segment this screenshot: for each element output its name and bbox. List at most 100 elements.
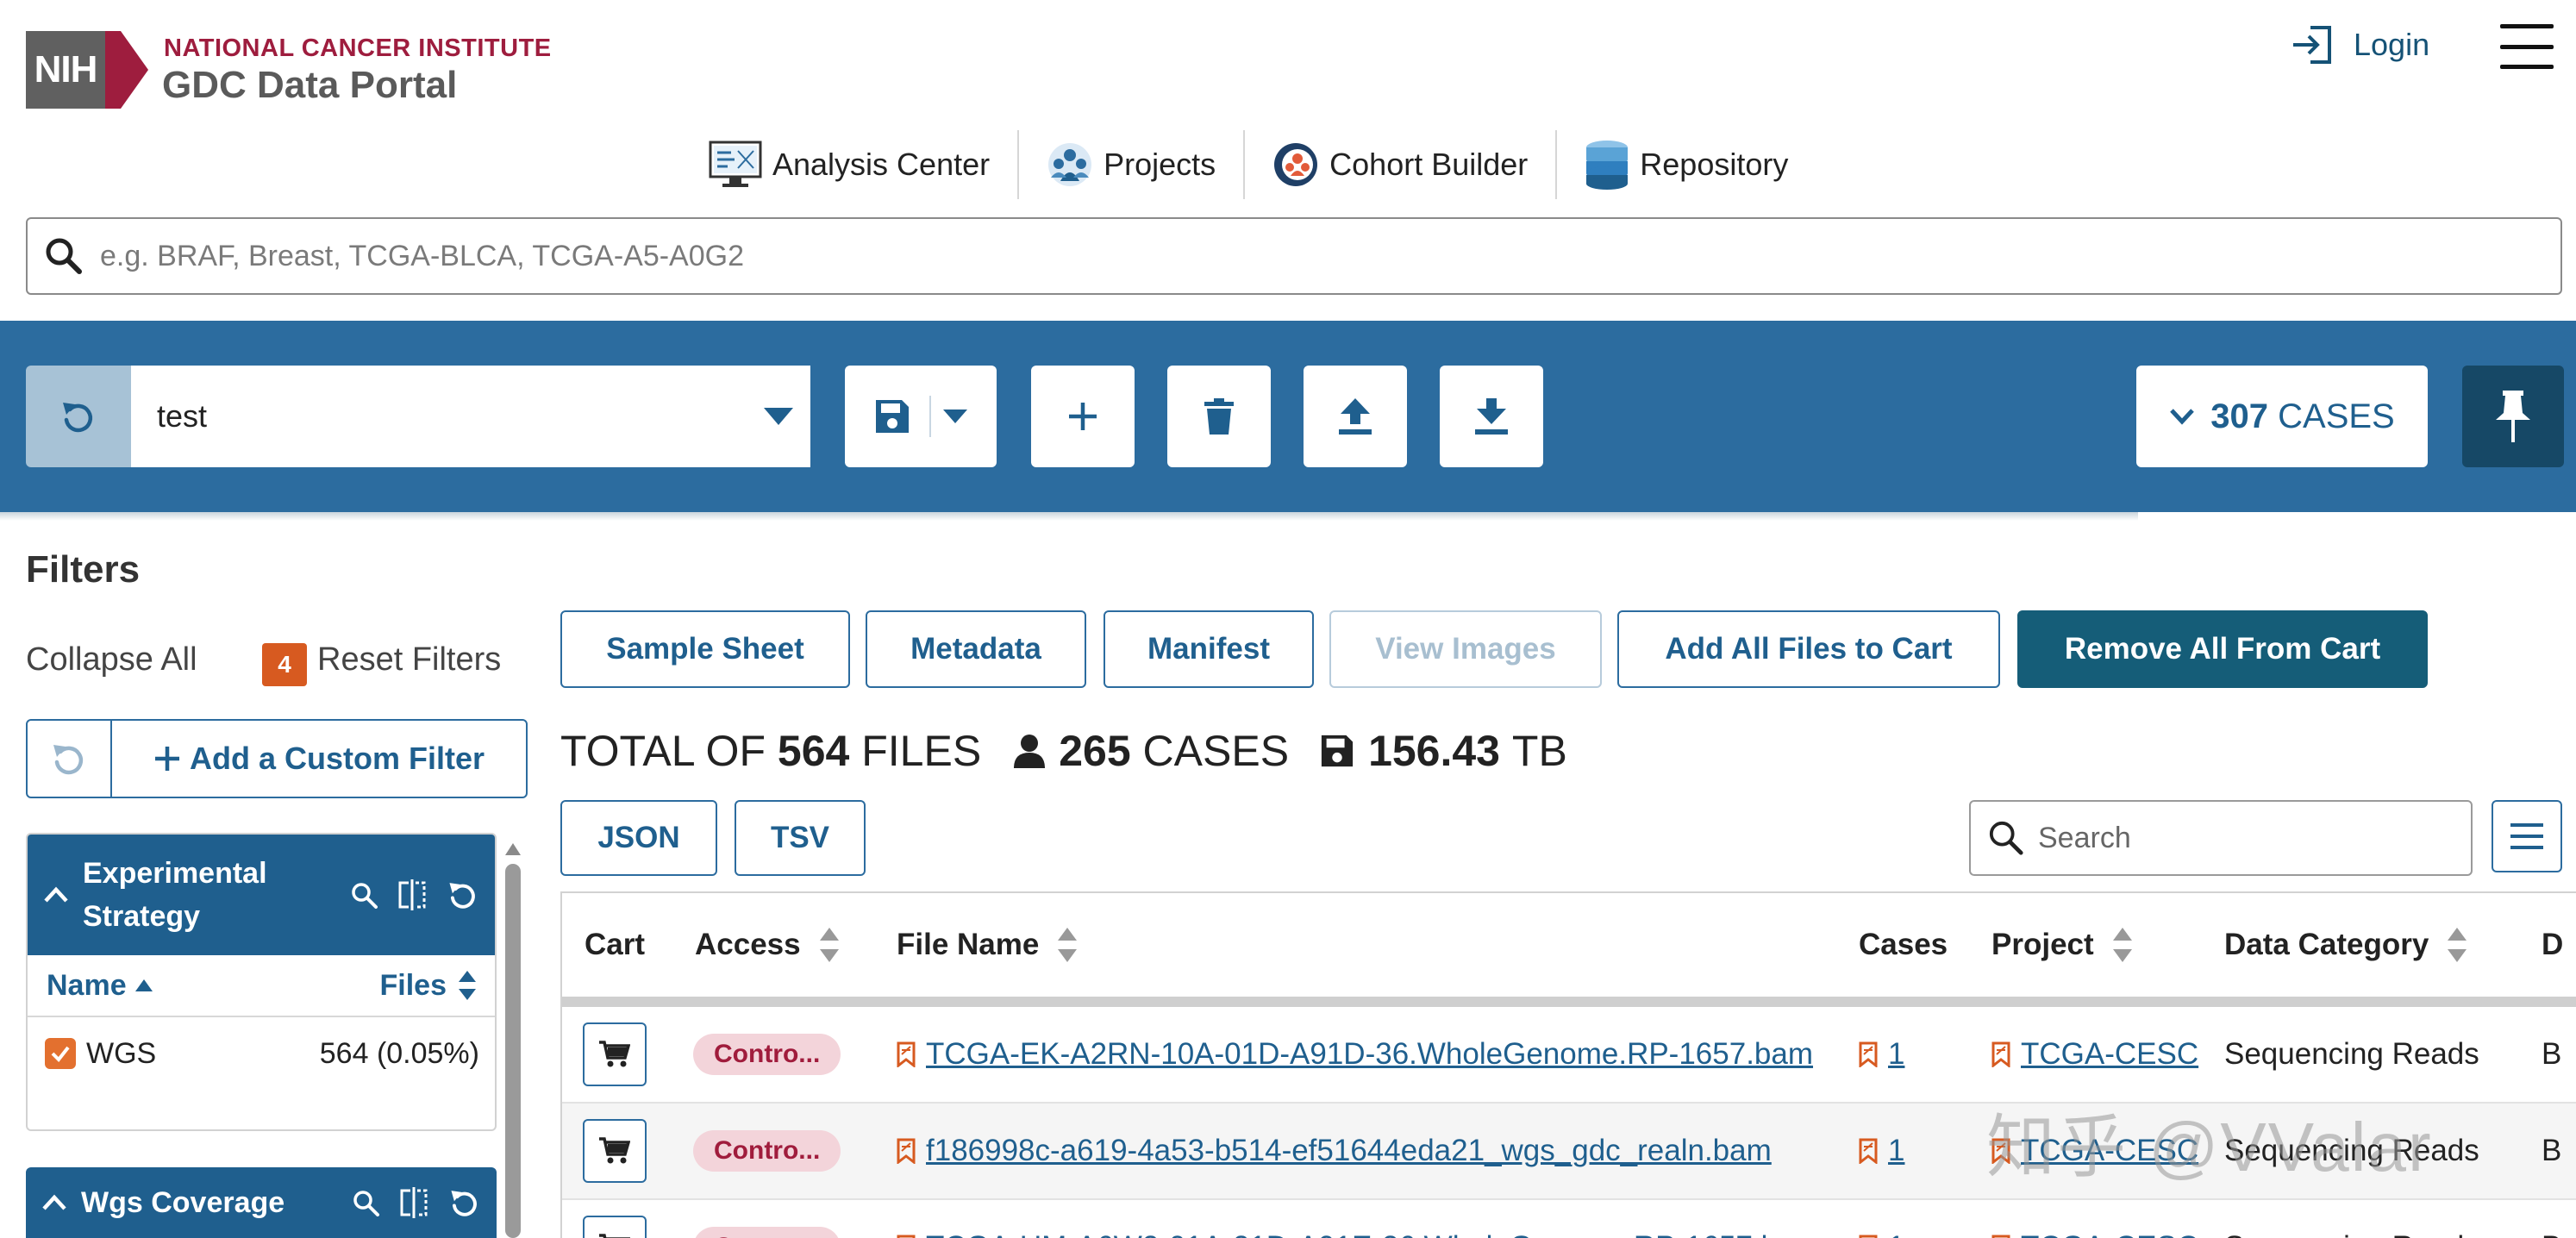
reset-filters-button[interactable]: Reset Filters <box>317 641 501 678</box>
sort-icon <box>819 928 839 962</box>
file-bookmark-icon <box>897 1235 916 1238</box>
org-name: NATIONAL CANCER INSTITUTE <box>164 34 552 62</box>
search-icon <box>1989 821 2023 855</box>
remove-all-from-cart-button[interactable]: Remove All From Cart <box>2017 610 2428 688</box>
col-header-data-category[interactable]: Data Category <box>2224 893 2467 997</box>
add-to-cart-button[interactable] <box>583 1216 647 1238</box>
facet-value-row[interactable]: WGS 564 (0.05%) <box>28 1019 495 1088</box>
import-cohort-button[interactable] <box>1304 366 1407 467</box>
cases-link[interactable]: 1 <box>1859 1134 1904 1168</box>
add-to-cart-button[interactable] <box>583 1119 647 1183</box>
sort-asc-icon <box>134 979 153 991</box>
facet-value-name: WGS <box>86 1036 157 1070</box>
save-cohort-button[interactable] <box>845 366 997 467</box>
table-search-input[interactable] <box>2036 820 2471 856</box>
export-json-button[interactable]: JSON <box>560 800 717 876</box>
export-cohort-button[interactable] <box>1440 366 1543 467</box>
hamburger-menu-icon[interactable] <box>2500 24 2554 69</box>
cohort-cases-toggle[interactable]: 307 CASES <box>2136 366 2428 467</box>
file-bookmark-icon <box>1991 1041 2010 1067</box>
add-custom-filter-label: Add a Custom Filter <box>189 741 485 776</box>
add-custom-filter-button[interactable]: Add a Custom Filter <box>112 721 526 797</box>
undo-icon <box>53 745 84 775</box>
nav-label: Cohort Builder <box>1329 147 1529 182</box>
cohort-builder-icon <box>1274 143 1318 186</box>
metadata-button[interactable]: Metadata <box>866 610 1086 688</box>
nih-logo[interactable]: NIH <box>26 31 105 109</box>
facet-title: Wgs Coverage <box>81 1185 285 1219</box>
chevron-down-icon[interactable] <box>943 410 967 423</box>
export-tsv-button[interactable]: TSV <box>735 800 866 876</box>
col-header-access[interactable]: Access <box>695 893 839 997</box>
list-icon <box>2510 823 2543 849</box>
nav-cohort-builder[interactable]: Cohort Builder <box>1245 130 1558 199</box>
check-icon <box>51 1046 70 1062</box>
undo-icon[interactable] <box>447 878 479 911</box>
file-name-link[interactable]: TCGA-EK-A2RN-10A-01D-A91D-36.WholeGenome… <box>897 1037 1813 1072</box>
nav-projects[interactable]: Projects <box>1019 130 1246 199</box>
nav-repository[interactable]: Repository <box>1557 130 1816 199</box>
table-search[interactable] <box>1969 800 2473 876</box>
file-name-link[interactable]: TCGA-UM-A6W2-01A-21D-A91E-36.WholeGenome… <box>897 1230 1820 1238</box>
col-header-project[interactable]: Project <box>1991 893 2132 997</box>
manifest-button[interactable]: Manifest <box>1104 610 1314 688</box>
cart-icon <box>599 1137 630 1164</box>
filters-scrollbar-thumb[interactable] <box>505 864 521 1238</box>
view-images-button[interactable]: View Images <box>1329 610 1602 688</box>
project-link[interactable]: TCGA-CESC <box>1991 1037 2198 1072</box>
trash-icon <box>1204 398 1234 435</box>
chevron-up-icon[interactable] <box>41 1194 67 1211</box>
nav-analysis-center[interactable]: Analysis Center <box>681 130 1020 199</box>
portal-name[interactable]: GDC Data Portal <box>162 64 457 107</box>
cases-link[interactable]: 1 <box>1859 1037 1904 1072</box>
access-badge: Contro... <box>693 1034 841 1075</box>
file-bookmark-icon <box>1859 1235 1878 1238</box>
project-link[interactable]: TCGA-CESC <box>1991 1230 2198 1238</box>
pin-icon <box>2496 391 2530 442</box>
repository-icon <box>1586 141 1629 190</box>
pin-cohort-bar-button[interactable] <box>2462 366 2564 467</box>
custom-filter-reset-button[interactable] <box>28 721 112 797</box>
facet-sort-name[interactable]: Name <box>47 969 153 1003</box>
cohort-select[interactable]: test <box>131 366 810 467</box>
quick-search-input[interactable] <box>98 238 2560 274</box>
delete-cohort-button[interactable] <box>1167 366 1271 467</box>
search-icon[interactable] <box>350 881 378 909</box>
new-cohort-button[interactable] <box>1031 366 1135 467</box>
size-value: 156.43 <box>1368 727 1500 775</box>
analysis-center-icon <box>709 141 762 187</box>
flip-icon[interactable] <box>398 1187 429 1218</box>
col-header-file-name[interactable]: File Name <box>897 893 1078 997</box>
sort-icon <box>1058 928 1078 962</box>
login-button[interactable]: Login <box>2290 21 2429 69</box>
scroll-up-arrow-icon[interactable] <box>503 840 522 859</box>
sort-icon <box>2448 928 2467 962</box>
undo-icon[interactable] <box>448 1186 481 1219</box>
column-settings-button[interactable] <box>2492 800 2562 872</box>
file-bookmark-icon <box>1859 1041 1878 1067</box>
header-divider <box>562 997 2576 1007</box>
totals-prefix: TOTAL OF <box>560 727 766 775</box>
upload-icon <box>1339 398 1372 435</box>
next-col-cell: B <box>2542 1134 2562 1167</box>
nih-logo-arrow <box>105 31 148 109</box>
col-header-cart: Cart <box>585 928 646 961</box>
add-to-cart-button[interactable] <box>583 1022 647 1086</box>
discard-changes-button[interactable] <box>26 366 131 467</box>
file-bookmark-icon <box>897 1041 916 1067</box>
add-all-files-to-cart-button[interactable]: Add All Files to Cart <box>1617 610 2000 688</box>
sample-sheet-button[interactable]: Sample Sheet <box>560 610 850 688</box>
search-icon[interactable] <box>352 1189 379 1216</box>
files-label: FILES <box>861 727 982 775</box>
chevron-up-icon[interactable] <box>43 886 69 903</box>
checkbox-checked[interactable] <box>45 1038 76 1069</box>
quick-search[interactable] <box>26 217 2562 295</box>
cases-link[interactable]: 1 <box>1859 1230 1904 1238</box>
flip-icon[interactable] <box>397 879 428 910</box>
collapse-all-button[interactable]: Collapse All <box>26 641 197 678</box>
facet-sort-files[interactable]: Files <box>380 969 476 1003</box>
cohort-case-count: 307 <box>2210 397 2268 435</box>
main-nav: Analysis Center Projects Cohort Builder <box>681 128 1816 202</box>
file-name-link[interactable]: f186998c-a619-4a53-b514-ef51644eda21_wgs… <box>897 1134 1772 1168</box>
file-bookmark-icon <box>897 1138 916 1164</box>
